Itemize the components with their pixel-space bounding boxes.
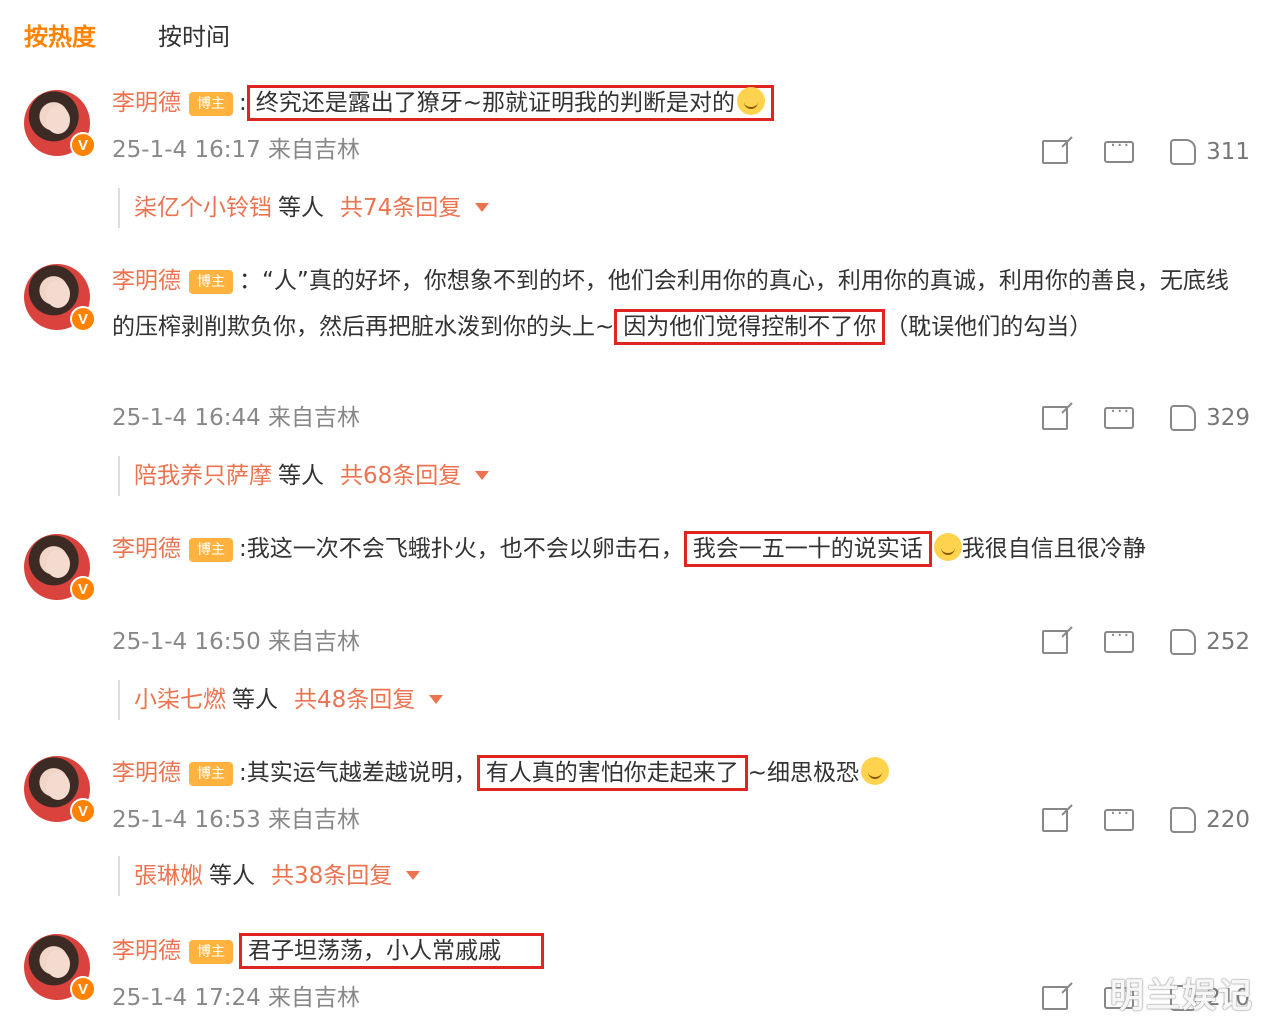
share-icon[interactable] xyxy=(1042,808,1069,832)
comment-actions: 329 xyxy=(1042,398,1250,438)
caret-down-icon[interactable] xyxy=(475,203,490,212)
caret-down-icon[interactable] xyxy=(475,471,490,480)
reply-username[interactable]: 陪我养只萨摩 xyxy=(134,463,272,489)
like-count: 220 xyxy=(1206,807,1250,833)
host-badge: 博主 xyxy=(189,762,233,786)
comment-actions: 311 xyxy=(1042,132,1250,172)
share-icon[interactable] xyxy=(1042,406,1069,430)
highlighted-text: 我会一五一十的说实话 xyxy=(683,531,932,567)
verified-v-icon: V xyxy=(70,576,96,602)
comment-username[interactable]: 李明德 xyxy=(112,938,181,964)
comment-username[interactable]: 李明德 xyxy=(112,760,181,786)
reply-count[interactable]: 共48条回复 xyxy=(294,687,415,713)
comment-icon[interactable] xyxy=(1104,625,1135,653)
reply-count[interactable]: 共74条回复 xyxy=(340,195,461,221)
emoji-icon xyxy=(737,87,766,115)
thumbs-up-icon xyxy=(1170,629,1197,655)
comment-meta: 25-1-4 16:50 来自吉林 xyxy=(112,629,361,655)
reply-count[interactable]: 共68条回复 xyxy=(340,463,461,489)
reply-username[interactable]: 張琳娰 xyxy=(134,863,203,889)
host-badge: 博主 xyxy=(189,538,233,562)
highlighted-text: 君子坦荡荡，小人常戚戚 xyxy=(239,933,544,969)
reply-username[interactable]: 小柒七燃 xyxy=(134,687,226,713)
share-icon[interactable] xyxy=(1042,986,1069,1010)
comment-text: 李明德 博主:其实运气越差越说明， 有人真的害怕你走起来了 ~细思极恐 xyxy=(112,750,1242,796)
comment-meta: 25-1-4 16:17 来自吉林 xyxy=(112,137,361,163)
comment-text: 李明德 博主 ：“人”真的好坏，你想象不到的坏，他们会利用你的真心，利用你的真诚，利… xyxy=(112,258,1242,350)
comment-icon[interactable] xyxy=(1104,401,1135,429)
like-button[interactable]: 329 xyxy=(1170,405,1250,431)
highlighted-text: 有人真的害怕你走起来了 xyxy=(476,755,748,791)
like-button[interactable]: 220 xyxy=(1170,807,1250,833)
verified-v-icon: V xyxy=(70,976,96,1002)
comment-icon[interactable] xyxy=(1104,803,1135,831)
like-button[interactable]: 311 xyxy=(1170,139,1250,165)
share-icon[interactable] xyxy=(1042,630,1069,654)
comment-meta: 25-1-4 17:24 来自吉林 xyxy=(112,985,361,1011)
tab-sort-by-hot[interactable]: 按热度 xyxy=(24,17,96,52)
comment-meta: 25-1-4 16:44 来自吉林 xyxy=(112,405,361,431)
emoji-icon xyxy=(861,757,890,785)
comment-meta: 25-1-4 16:53 来自吉林 xyxy=(112,807,361,833)
comment-text: 李明德 博主:我这一次不会飞蛾扑火，也不会以卵击石， 我会一五一十的说实话 我很自信且… xyxy=(112,526,1242,572)
comment-text: 李明德 博主: 终究还是露出了獠牙~那就证明我的判断是对的 xyxy=(112,80,1242,126)
thumbs-up-icon xyxy=(1170,139,1197,165)
comment-icon[interactable] xyxy=(1104,135,1135,163)
like-count: 311 xyxy=(1206,139,1250,165)
comment-username[interactable]: 李明德 xyxy=(112,90,181,116)
caret-down-icon[interactable] xyxy=(429,695,444,704)
host-badge: 博主 xyxy=(189,940,233,964)
like-count: 252 xyxy=(1206,629,1250,655)
host-badge: 博主 xyxy=(189,92,233,116)
verified-v-icon: V xyxy=(70,798,96,824)
host-badge: 博主 xyxy=(189,270,233,294)
reply-count[interactable]: 共38条回复 xyxy=(271,863,392,889)
comment-actions: 220 xyxy=(1042,800,1250,840)
comment-text: 李明德 博主 君子坦荡荡，小人常戚戚 xyxy=(112,928,1242,974)
reply-username[interactable]: 柒亿个小铃铛 xyxy=(134,195,272,221)
thumbs-up-icon xyxy=(1170,405,1197,431)
watermark: 明兰娱记 xyxy=(1110,976,1254,1016)
comment-username[interactable]: 李明德 xyxy=(112,536,181,562)
caret-down-icon[interactable] xyxy=(406,871,421,880)
tab-sort-by-time[interactable]: 按时间 xyxy=(158,17,230,52)
highlighted-text: 终究还是露出了獠牙~那就证明我的判断是对的 xyxy=(246,85,775,121)
like-count: 329 xyxy=(1206,405,1250,431)
like-button[interactable]: 252 xyxy=(1170,629,1250,655)
sort-tabs: 按热度 按时间 xyxy=(24,14,230,54)
comment-username[interactable]: 李明德 xyxy=(112,268,181,294)
reply-summary[interactable]: 張琳娰 等人 共38条回复 xyxy=(118,856,421,896)
reply-summary[interactable]: 柒亿个小铃铛 等人 共74条回复 xyxy=(118,188,490,228)
reply-summary[interactable]: 陪我养只萨摩 等人 共68条回复 xyxy=(118,456,490,496)
smile-emoji-icon xyxy=(933,533,962,561)
comment-actions: 252 xyxy=(1042,622,1250,662)
verified-v-icon: V xyxy=(70,306,96,332)
verified-v-icon: V xyxy=(70,132,96,158)
highlighted-text: 因为他们觉得控制不了你 xyxy=(614,309,886,345)
reply-summary[interactable]: 小柒七燃 等人 共48条回复 xyxy=(118,680,444,720)
share-icon[interactable] xyxy=(1042,140,1069,164)
thumbs-up-icon xyxy=(1170,807,1197,833)
